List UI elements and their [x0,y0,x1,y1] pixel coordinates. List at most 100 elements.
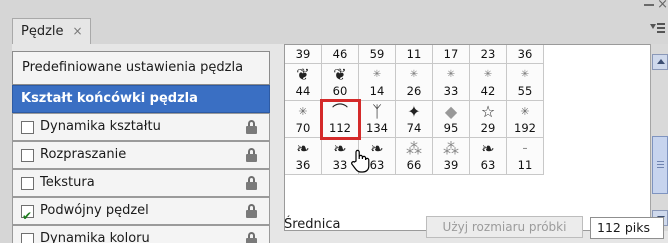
brush-size: 46 [332,47,348,61]
brush-tip[interactable]: ✳ 192 [507,101,544,138]
brush-tip[interactable]: 59 [359,45,396,64]
brush-tip[interactable]: ❦ 44 [285,64,322,101]
brush-tip[interactable]: ✳ 33 [433,64,470,101]
lock-icon[interactable] [246,176,257,190]
lock-icon[interactable] [246,232,257,243]
brush-preview-icon: ❧ [296,139,310,158]
brush-tip[interactable]: ✳ 26 [396,64,433,101]
brush-preview-icon: ✳ [409,69,419,80]
brush-preview-icon: ✳ [483,69,493,80]
checkbox[interactable] [21,177,34,190]
scrollbar-thumb[interactable] [652,136,668,194]
lock-icon[interactable] [246,148,257,162]
brush-size: 60 [332,84,348,98]
brush-size: 74 [406,121,422,135]
brush-preview-icon: ⁂ [406,139,422,158]
brush-grid-scrollbar[interactable] [650,44,668,231]
brush-tip[interactable]: 46 [322,45,359,64]
brush-preview-icon: ᛉ [372,102,382,121]
brush-size: 66 [406,158,422,172]
tab-close-icon[interactable]: × [72,19,82,44]
panel-menu-line [657,23,665,25]
use-sample-size-button[interactable]: Użyj rozmiaru próbki [426,216,583,238]
brush-tip[interactable]: 11 [396,45,433,64]
brush-size: 36 [517,47,533,61]
brush-preview-icon: – [522,143,528,154]
checkbox[interactable] [21,121,34,134]
brush-tip[interactable]: ❧ 36 [285,138,322,175]
lock-icon[interactable] [246,204,257,218]
brush-tip[interactable]: ✦ 74 [396,101,433,138]
setting-label: Kształt końcówki pędzla [21,91,198,106]
brush-preview-icon: ☆ [480,102,496,121]
brush-tip[interactable]: ❦ 60 [322,64,359,101]
setting-shape-dynamics[interactable]: Dynamika kształtu [12,113,270,141]
brush-presets-button[interactable]: Predefiniowane ustawienia pędzla [12,51,270,85]
brush-tip[interactable]: ᛉ 134 [359,101,396,138]
brush-preview-icon: ✳ [446,69,456,80]
brush-size: 23 [480,47,496,61]
brush-size: 11 [517,158,533,172]
brush-presets-label: Predefiniowane ustawienia pędzla [22,60,244,75]
brush-tip[interactable]: ✳ 55 [507,64,544,101]
brush-tip[interactable]: ⁂ 66 [396,138,433,175]
setting-brush-tip-shape[interactable]: Kształt końcówki pędzla [12,85,270,113]
brush-tip[interactable]: ❧ 63 [470,138,507,175]
brush-tip[interactable]: 39 [285,45,322,64]
panel-menu-arrow-icon [650,24,656,29]
panel-header: Pędzle × × [0,0,668,44]
setting-dual-brush[interactable]: ✔ Podwójny pędzel [12,197,270,225]
brush-tip[interactable]: ✳ 14 [359,64,396,101]
brush-preview-icon: ✳ [520,105,530,118]
lock-icon[interactable] [246,120,257,134]
brush-tip[interactable]: – 11 [507,138,544,175]
brush-tip[interactable]: ☆ 29 [470,101,507,138]
brush-tip-selected[interactable]: ⌒ 112 [320,99,361,140]
brush-tip[interactable]: ✳ 42 [470,64,507,101]
checkbox[interactable] [21,233,34,243]
setting-label: Dynamika koloru [40,231,150,243]
brush-size: 14 [369,84,385,98]
panel-menu-line [657,31,665,33]
brush-size: 33 [443,84,459,98]
brush-tip[interactable]: ✳ 70 [285,101,322,138]
checkbox-checked[interactable]: ✔ [21,205,34,223]
window-close-icon[interactable]: × [657,0,668,12]
setting-scattering[interactable]: Rozpraszanie [12,141,270,169]
brush-preview-icon: ✳ [520,69,530,80]
setting-label: Podwójny pędzel [40,203,149,218]
brush-preview-icon: ✳ [372,69,382,80]
brush-size: 55 [517,84,533,98]
hand-cursor-icon [351,149,370,173]
brush-size: 39 [295,47,311,61]
checkbox[interactable] [21,149,34,162]
tab-brushes[interactable]: Pędzle × [12,18,91,44]
diameter-input[interactable]: 112 piks [590,217,664,239]
brush-size: 95 [443,121,459,135]
brush-size: 39 [443,158,459,172]
brush-tip[interactable]: ⁂ 39 [433,138,470,175]
scroll-up-button[interactable] [652,54,668,70]
brush-preview-icon: ✦ [407,102,421,121]
brush-tip[interactable]: ◆ 95 [433,101,470,138]
brush-size: 17 [443,47,459,61]
brush-preview-icon: ⁂ [443,139,459,158]
setting-color-dynamics[interactable]: Dynamika koloru [12,225,270,243]
setting-texture[interactable]: Tekstura [12,169,270,197]
setting-label: Rozpraszanie [40,147,127,162]
brush-preview-icon: ◆ [444,102,458,121]
panel-menu-icon[interactable] [650,20,666,34]
panel-menu-line [657,27,665,29]
brush-size: 192 [514,121,536,135]
brush-tip[interactable]: 17 [433,45,470,64]
brush-size: 26 [406,84,422,98]
brush-tip[interactable]: 36 [507,45,544,64]
brush-size: 44 [295,84,311,98]
brush-preview-icon: ✳ [298,105,308,118]
brush-size: 63 [480,158,496,172]
minimize-icon[interactable] [644,4,654,6]
brush-preview-icon: ⌒ [331,102,348,121]
setting-label: Tekstura [40,175,95,190]
brush-size: 70 [295,121,311,135]
brush-tip[interactable]: 23 [470,45,507,64]
